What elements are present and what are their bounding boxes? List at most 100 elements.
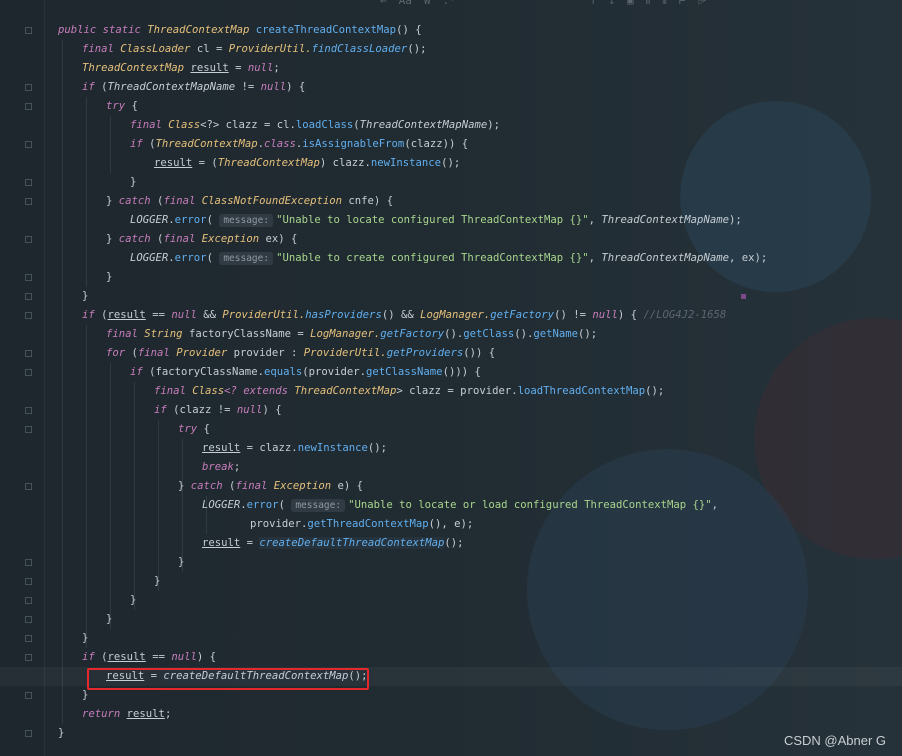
- code-token: result: [107, 309, 146, 321]
- code-line[interactable]: try {: [0, 420, 902, 439]
- code-area[interactable]: public static ThreadContextMap createThr…: [0, 21, 902, 743]
- code-token: getClassName: [366, 366, 443, 378]
- code-line[interactable]: provider.getThreadContextMap(), e);: [0, 515, 902, 534]
- prev-occurrence-icon[interactable]: ←: [380, 0, 387, 8]
- code-line[interactable]: if (ThreadContextMap.class.isAssignableF…: [0, 135, 902, 154]
- code-token: ThreadContextMap: [147, 24, 256, 36]
- code-token: ThreadContextMap: [294, 385, 397, 397]
- code-line[interactable]: if (factoryClassName.equals(provider.get…: [0, 363, 902, 382]
- code-token: }: [154, 575, 161, 587]
- code-token: {: [203, 423, 210, 435]
- code-line[interactable]: }: [0, 724, 902, 743]
- code-line[interactable]: }: [0, 173, 902, 192]
- code-line[interactable]: final Class<? extends ThreadContextMap> …: [0, 382, 902, 401]
- code-line[interactable]: LOGGER.error( message: "Unable to create …: [0, 249, 902, 268]
- code-token: try: [178, 423, 204, 435]
- code-token: for: [106, 347, 132, 359]
- code-token: result: [202, 442, 241, 454]
- code-token: (: [206, 214, 220, 226]
- code-line[interactable]: if (clazz != null) {: [0, 401, 902, 420]
- whole-words-icon[interactable]: W: [424, 0, 431, 8]
- code-line[interactable]: result = (ThreadContextMap) clazz.newIns…: [0, 154, 902, 173]
- code-line[interactable]: if (ThreadContextMapName != null) {: [0, 78, 902, 97]
- code-token: ();: [578, 328, 598, 340]
- code-token: ) {: [262, 404, 282, 416]
- code-token: result: [126, 708, 165, 720]
- code-line[interactable]: result = createDefaultThreadContextMap()…: [0, 534, 902, 553]
- code-token: Provider: [176, 347, 234, 359]
- code-token: );: [487, 119, 500, 131]
- code-line[interactable]: }: [0, 572, 902, 591]
- code-token: factoryClassName =: [188, 328, 311, 340]
- code-line[interactable]: if (result == null) {: [0, 648, 902, 667]
- code-line[interactable]: LOGGER.error( message: "Unable to locate …: [0, 496, 902, 515]
- code-line[interactable]: } catch (final Exception e) {: [0, 477, 902, 496]
- highlight-box: [87, 668, 369, 690]
- code-token: provider :: [233, 347, 304, 359]
- code-token: findClassLoader: [311, 43, 408, 55]
- code-token: result: [202, 537, 241, 549]
- code-line[interactable]: result = clazz.newInstance();: [0, 439, 902, 458]
- remove-selection-icon[interactable]: ⫴: [662, 0, 667, 8]
- code-token: if: [82, 309, 102, 321]
- code-line[interactable]: }: [0, 629, 902, 648]
- code-token: , ex);: [728, 252, 768, 264]
- code-line[interactable]: public static ThreadContextMap createThr…: [0, 21, 902, 40]
- code-token: getProviders: [386, 347, 464, 359]
- code-token: final: [106, 328, 145, 340]
- previous-match-icon[interactable]: ↑: [590, 0, 597, 8]
- code-token: createDefaultThreadContextMap: [259, 537, 445, 549]
- code-token: //LOG4J2-1658: [643, 309, 727, 321]
- code-line[interactable]: final String factoryClassName = LogManag…: [0, 325, 902, 344]
- code-line[interactable]: final ClassLoader cl = ProviderUtil.find…: [0, 40, 902, 59]
- code-token: }: [178, 480, 191, 492]
- code-line[interactable]: } catch (final Exception ex) {: [0, 230, 902, 249]
- code-token: ThreadContextMapName: [601, 252, 729, 264]
- code-line[interactable]: ThreadContextMap result = null;: [0, 59, 902, 78]
- code-token: ThreadContextMapName: [107, 81, 236, 93]
- code-line[interactable]: LOGGER.error( message: "Unable to locate …: [0, 211, 902, 230]
- code-token: }: [82, 290, 89, 302]
- code-token: getClass: [463, 328, 515, 340]
- code-token: break: [202, 461, 234, 473]
- code-line[interactable]: } catch (final ClassNotFoundException cn…: [0, 192, 902, 211]
- filter-search-icon[interactable]: ⩥: [698, 0, 707, 8]
- code-line[interactable]: return result;: [0, 705, 902, 724]
- code-token: isAssignableFrom: [302, 138, 405, 150]
- add-selection-icon[interactable]: ⫴: [646, 0, 651, 8]
- code-token: ();: [645, 385, 665, 397]
- code-token: !=: [235, 81, 261, 93]
- code-editor[interactable]: ← Aa W .* ↑ ↓ ▣ ⫴ ⫴ ⊢ ⩥ public static Th…: [0, 0, 902, 756]
- code-token: ();: [441, 157, 461, 169]
- select-all-occurrences-icon[interactable]: ▣: [627, 0, 634, 8]
- code-token: "Unable to locate or load configured Thr…: [348, 499, 712, 511]
- code-line[interactable]: final Class<?> clazz = cl.loadClass(Thre…: [0, 116, 902, 135]
- code-line[interactable]: }: [0, 591, 902, 610]
- code-line[interactable]: if (result == null && ProviderUtil.hasPr…: [0, 306, 902, 325]
- code-token: if: [82, 81, 102, 93]
- code-token: =: [228, 62, 248, 74]
- code-line[interactable]: }: [0, 610, 902, 629]
- code-token: (provider.: [302, 366, 367, 378]
- code-line[interactable]: }: [0, 268, 902, 287]
- code-token: getThreadContextMap: [307, 518, 429, 530]
- code-token: final: [82, 43, 121, 55]
- code-line[interactable]: break;: [0, 458, 902, 477]
- code-token: hasProviders: [305, 309, 382, 321]
- code-line[interactable]: for (final Provider provider : ProviderU…: [0, 344, 902, 363]
- code-token: ) clazz.: [319, 157, 371, 169]
- code-token: null: [171, 309, 204, 321]
- code-line[interactable]: }: [0, 287, 902, 306]
- match-case-icon[interactable]: Aa: [399, 0, 412, 8]
- code-token: class: [263, 138, 296, 150]
- code-token: ().: [514, 328, 534, 340]
- next-match-icon[interactable]: ↓: [608, 0, 615, 8]
- code-line[interactable]: }: [0, 553, 902, 572]
- code-token: LOGGER: [202, 499, 241, 511]
- code-line[interactable]: try {: [0, 97, 902, 116]
- select-all-icon[interactable]: ⊢: [679, 0, 686, 8]
- regex-icon[interactable]: .*: [443, 0, 456, 8]
- code-token: ) {: [286, 81, 306, 93]
- code-token: Class: [168, 119, 201, 131]
- code-token: &&: [203, 309, 223, 321]
